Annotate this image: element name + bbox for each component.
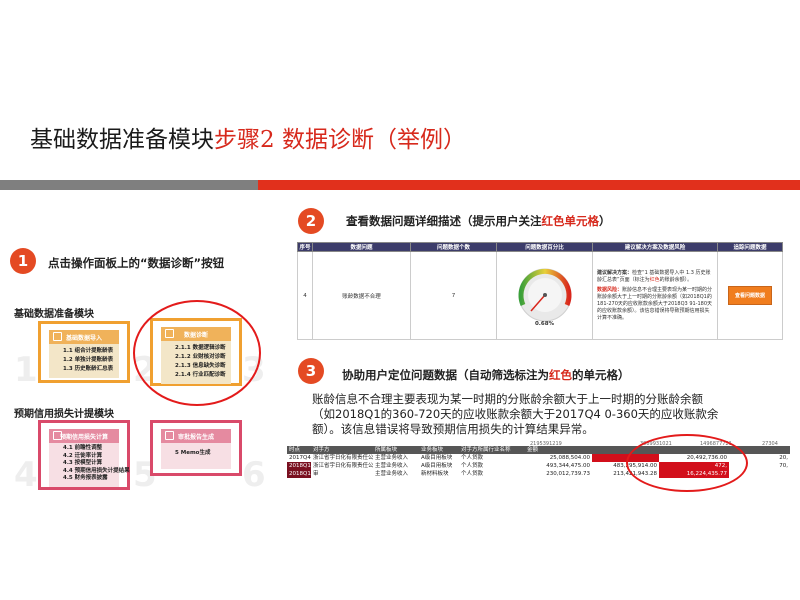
calculator-icon [53,431,62,440]
issue-count: 7 [410,251,497,340]
card-title: 审批报告生成 [177,433,214,441]
highlight-ellipse-diagnosis [133,300,261,406]
watermark-digit: 6 [242,455,266,495]
highlight-ellipse-flagged-cells [626,434,748,492]
card-item[interactable]: 4.5 财务报表披露 [63,475,113,483]
card-item[interactable]: 1.1 组合计提账龄表 [63,347,113,356]
chart-icon [53,332,62,341]
table-cell: 新材料板块 [421,471,449,477]
table-cell: 个人贷款 [461,471,484,477]
table-cell: 25,088,504.00 [549,455,590,461]
table-cell: 493,344,475.00 [546,463,590,469]
issue-col-header: 数据问题 [312,242,411,252]
card-header: 基础数据导入 [49,330,119,344]
step3-text-highlight: 红色 [549,368,572,382]
suggestion-text-end: 的账龄余额）。 [659,276,693,283]
table-cell: 浙江省宇日化有限责任公司 [313,463,373,469]
data-col-header[interactable]: 金额 [525,446,592,454]
data-col-header[interactable]: 所属板块 [373,446,419,454]
step2-text-suffix: ） [599,214,611,228]
section-label-basic-data: 基础数据准备模块 [14,309,94,320]
table-cell: A级目用板块 [421,463,453,469]
table-cell: 2017Q4 [289,455,311,461]
data-col-header[interactable]: 对手方所属行业名称 [459,446,525,454]
table-cell: 审 [313,471,319,477]
suggestion-label: 建议解决方案： [597,269,633,276]
risk-label: 数据风险： [597,286,623,293]
issue-col-header: 问题数据百分比 [496,242,593,252]
issue-table-row: 4 账龄数据不合理 7 0.68% 建议解决方案：检查“1 基础数据导入中 1.… [297,251,783,340]
issue-track-cell: 查看问题数据 [717,251,783,340]
issue-table: 序号 数据问题 问题数据个数 问题数据百分比 建议解决方案及数据风险 追踪问题数… [297,242,783,340]
step1-instruction: 点击操作面板上的“数据诊断”按钮 [48,256,225,270]
table-cell: 个人贷款 [461,463,484,469]
watermark-digit: 1 [14,350,38,390]
table-cell-flagged: 2018Q1 [287,470,311,478]
percent-gauge: 0.68% [509,261,581,331]
issue-suggestion: 建议解决方案：检查“1 基础数据导入中 1.3 历史账龄汇总表”页面（标注为红色… [592,251,718,340]
header-band-red [258,180,800,190]
card-item[interactable]: 4.3 按模型计算 [63,460,113,468]
explanation-paragraph: 账龄信息不合理主要表现为某一时期的分账龄余额大于上一时期的分账龄余额（如2018… [312,392,719,436]
step2-text-prefix: 查看数据问题详细描述（提示用户关注 [346,214,542,228]
step2-number-badge: 2 [298,208,324,234]
data-col-header[interactable]: 对手方 [311,446,373,454]
issue-index: 4 [297,251,313,340]
step3-text-prefix: 协助用户定位问题数据（自动筛选标注为 [342,368,549,382]
table-cell: 主营业务收入 [375,455,409,461]
issue-problem: 账龄数据不合理 [312,251,411,340]
header-band-gray [0,180,258,190]
title-prefix: 基础数据准备模块 [30,127,214,153]
table-cell: 230,012,739.73 [546,471,590,477]
table-cell: 浙江省宇日化有限责任公司 [313,455,373,461]
step3-number-badge: 3 [298,358,324,384]
card-body: 1.1 组合计提账龄表 1.2 单独计提账龄表 1.3 历史账龄汇总表 [49,344,119,378]
card-ecl-calculation[interactable]: 预期信用损失计算 4.1 前瞻性调整 4.2 迁徙率计算 4.3 按模型计算 4… [38,420,130,490]
slide: 基础数据准备模块步骤2 数据诊断（举例） 1 点击操作面板上的“数据诊断”按钮 … [0,0,800,600]
table-cell: A级目用板块 [421,455,453,461]
issue-col-header: 序号 [297,242,313,252]
issue-col-header: 问题数据个数 [410,242,497,252]
card-basic-data-import[interactable]: 基础数据导入 1.1 组合计提账龄表 1.2 单独计提账龄表 1.3 历史账龄汇… [38,321,130,383]
table-cell-flagged: 2018Q1 [287,462,311,470]
table-cell: 主营业务收入 [375,471,409,477]
step1-number-badge: 1 [10,248,36,274]
step2-text-highlight: 红色单元格 [541,214,600,228]
issue-table-header: 序号 数据问题 问题数据个数 问题数据百分比 建议解决方案及数据风险 追踪问题数… [297,242,783,252]
data-col-header[interactable]: 时点 [287,446,311,454]
step3-text-suffix: 的单元格） [572,368,630,382]
suggestion-highlight: 红色 [649,276,660,283]
card-item[interactable]: 1.3 历史账龄汇总表 [63,365,113,374]
issue-percent-cell: 0.68% [496,251,593,340]
card-item[interactable]: 5 Memo生成 [175,449,225,458]
card-item[interactable]: 1.2 单独计提账龄表 [63,356,113,365]
view-problem-data-button[interactable]: 查看问题数据 [727,286,772,305]
percent-label: 0.68% [534,320,555,327]
card-header: 审批报告生成 [161,429,231,443]
card-header: 预期信用损失计算 [49,429,119,443]
card-body: 5 Memo生成 [161,443,231,469]
card-approval-report[interactable]: 审批报告生成 5 Memo生成 [150,420,242,476]
document-icon [165,431,174,440]
card-title: 基础数据导入 [65,334,102,342]
card-item[interactable]: 4.1 前瞻性调整 [63,445,113,453]
table-cell: 主营业务收入 [375,463,409,469]
card-title: 预期信用损失计算 [59,433,108,441]
page-title: 基础数据准备模块步骤2 数据诊断（举例） [30,120,466,154]
card-body: 4.1 前瞻性调整 4.2 迁徙率计算 4.3 按模型计算 4.4 预期信用损失… [49,443,130,487]
title-highlight: 步骤2 数据诊断（举例） [214,127,466,153]
watermark-digit: 4 [14,455,38,495]
step3-instruction: 协助用户定位问题数据（自动筛选标注为红色的单元格） [342,367,630,383]
data-col-header[interactable]: 业务板块 [419,446,459,454]
section-label-ecl: 预期信用损失计提模块 [14,409,114,420]
step2-instruction: 查看数据问题详细描述（提示用户关注红色单元格） [346,213,611,229]
issue-col-header: 建议解决方案及数据风险 [592,242,718,252]
table-cell: 个人贷款 [461,455,484,461]
issue-col-header: 追踪问题数据 [717,242,783,252]
